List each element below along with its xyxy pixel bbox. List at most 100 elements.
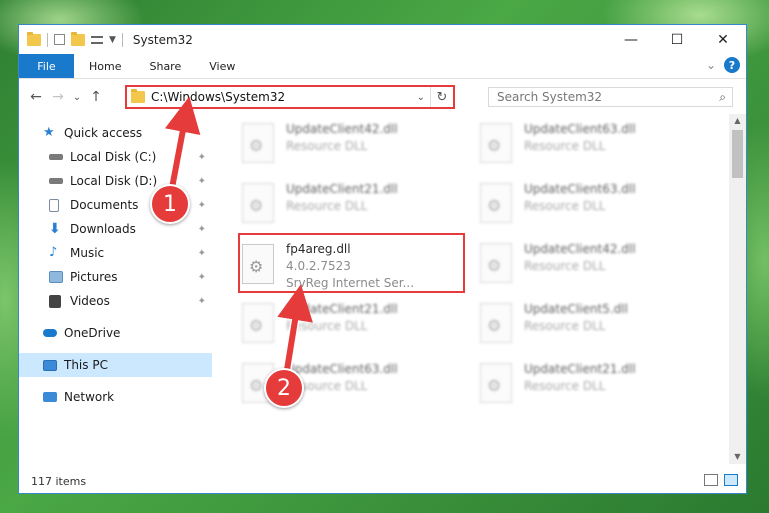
pin-icon[interactable]: ✦ [198, 200, 206, 211]
sidebar-item-this-pc[interactable]: This PC [19, 353, 212, 377]
forward-button[interactable]: → [47, 89, 69, 105]
file-type: Resource DLL [524, 319, 606, 333]
file-tile[interactable]: UpdateClient42.dll Resource DLL [452, 238, 672, 288]
tab-share[interactable]: Share [135, 54, 195, 78]
sidebar-item-label: Quick access [64, 126, 143, 140]
sidebar-item-videos[interactable]: Videos ✦ [19, 289, 212, 313]
item-count: 117 items [31, 474, 87, 488]
expand-ribbon-icon[interactable]: ⌄ [706, 58, 716, 72]
search-input[interactable]: Search System32 ⌕ [488, 87, 733, 107]
sidebar-item-music[interactable]: ♪ Music ✦ [19, 241, 212, 265]
window-title: System32 [132, 32, 193, 47]
sidebar-item-label: Downloads [70, 222, 136, 236]
sidebar-item-downloads[interactable]: ⬇ Downloads ✦ [19, 217, 212, 241]
dll-file-icon [480, 123, 512, 163]
drive-icon [49, 154, 63, 160]
file-name: UpdateClient63.dll [286, 362, 398, 376]
file-type: Resource DLL [524, 379, 606, 393]
sidebar-item-label: Videos [70, 294, 110, 308]
sidebar-item-network[interactable]: Network [19, 385, 212, 409]
scroll-down-icon[interactable]: ▼ [729, 450, 746, 464]
sidebar-item-label: Local Disk (C:) [70, 150, 157, 164]
file-tile[interactable]: UpdateClient63.dll Resource DLL [452, 178, 672, 228]
sidebar-item-label: Network [64, 390, 115, 404]
pin-icon[interactable]: ✦ [198, 248, 206, 259]
back-button[interactable]: ← [25, 89, 47, 105]
divider [121, 32, 123, 47]
recent-locations-button[interactable]: ⌄ [69, 92, 85, 103]
sidebar-item-label: This PC [64, 358, 108, 372]
scroll-up-icon[interactable]: ▲ [729, 114, 746, 128]
close-button[interactable]: ✕ [700, 25, 746, 54]
file-name: UpdateClient5.dll [524, 302, 628, 316]
file-type: Resource DLL [524, 139, 606, 153]
downloads-icon: ⬇ [49, 221, 61, 237]
sidebar-item-local-disk-c[interactable]: Local Disk (C:) ✦ [19, 145, 212, 169]
drive-icon [49, 178, 63, 184]
file-name: UpdateClient21.dll [286, 302, 398, 316]
dll-file-icon [480, 183, 512, 223]
folder-icon [27, 31, 41, 46]
sidebar-item-label: Music [70, 246, 105, 260]
navigation-pane: ★ Quick access Local Disk (C:) ✦ Local D… [19, 114, 212, 464]
dll-file-icon [480, 303, 512, 343]
ribbon-tabs: File Home Share View ⌄ ? [19, 54, 746, 79]
maximize-button[interactable]: ☐ [654, 25, 700, 54]
quick-access-toolbar: ▼ [19, 31, 123, 47]
address-bar[interactable]: C:\Windows\System32 ⌄ ↻ [125, 85, 455, 109]
onedrive-icon [43, 329, 57, 337]
file-type: Resource DLL [286, 319, 368, 333]
pin-icon[interactable]: ✦ [198, 152, 206, 163]
tab-view[interactable]: View [195, 54, 249, 78]
sidebar-item-onedrive[interactable]: OneDrive [19, 321, 212, 345]
large-icons-view-icon[interactable] [724, 474, 738, 486]
address-path[interactable]: C:\Windows\System32 [151, 90, 285, 104]
sidebar-item-label: OneDrive [64, 326, 121, 340]
details-view-icon[interactable] [704, 474, 718, 486]
new-folder-icon[interactable] [71, 31, 85, 46]
folder-icon [131, 89, 145, 103]
file-type: Resource DLL [524, 199, 606, 213]
chevron-down-icon[interactable]: ▼ [109, 35, 116, 45]
file-tile[interactable]: UpdateClient63.dll Resource DLL [214, 358, 434, 408]
properties-icon[interactable] [54, 34, 65, 45]
callout-step-1: 1 [150, 184, 190, 224]
file-name: UpdateClient21.dll [286, 182, 398, 196]
file-name: UpdateClient63.dll [524, 122, 636, 136]
file-name: UpdateClient21.dll [524, 362, 636, 376]
file-tile[interactable]: UpdateClient42.dll Resource DLL [214, 118, 434, 168]
pin-icon[interactable]: ✦ [198, 176, 206, 187]
file-tile[interactable]: UpdateClient21.dll Resource DLL [214, 178, 434, 228]
tab-home[interactable]: Home [74, 54, 135, 78]
pin-icon[interactable]: ✦ [198, 296, 206, 307]
videos-icon [49, 294, 61, 308]
up-button[interactable]: ↑ [85, 89, 107, 105]
navigation-bar: ← → ⌄ ↑ C:\Windows\System32 ⌄ ↻ Search S… [19, 79, 746, 115]
file-tile[interactable]: UpdateClient21.dll Resource DLL [452, 358, 672, 408]
network-icon [43, 392, 57, 402]
pin-icon[interactable]: ✦ [198, 224, 206, 235]
callout-step-2: 2 [264, 368, 304, 408]
file-type: Resource DLL [286, 139, 368, 153]
customize-toolbar-icon[interactable] [91, 35, 103, 44]
file-type: Resource DLL [524, 259, 606, 273]
sidebar-item-label: Documents [70, 198, 139, 212]
pin-icon[interactable]: ✦ [198, 272, 206, 283]
music-icon: ♪ [49, 245, 58, 260]
file-tile[interactable]: UpdateClient5.dll Resource DLL [452, 298, 672, 348]
file-name: UpdateClient42.dll [286, 122, 398, 136]
star-icon: ★ [43, 125, 55, 140]
address-dropdown-icon[interactable]: ⌄ [417, 92, 425, 103]
sidebar-item-label: Pictures [70, 270, 118, 284]
vertical-scrollbar[interactable]: ▲ ▼ [729, 114, 746, 464]
scrollbar-thumb[interactable] [732, 130, 743, 178]
file-tile[interactable]: UpdateClient63.dll Resource DLL [452, 118, 672, 168]
search-placeholder: Search System32 [497, 90, 603, 104]
refresh-button[interactable]: ↻ [430, 87, 453, 107]
help-icon[interactable]: ? [724, 57, 740, 73]
tab-file[interactable]: File [19, 54, 74, 78]
minimize-button[interactable]: — [608, 25, 654, 54]
file-tile[interactable]: UpdateClient21.dll Resource DLL [214, 298, 434, 348]
sidebar-item-pictures[interactable]: Pictures ✦ [19, 265, 212, 289]
sidebar-item-quick-access[interactable]: ★ Quick access [19, 121, 212, 145]
